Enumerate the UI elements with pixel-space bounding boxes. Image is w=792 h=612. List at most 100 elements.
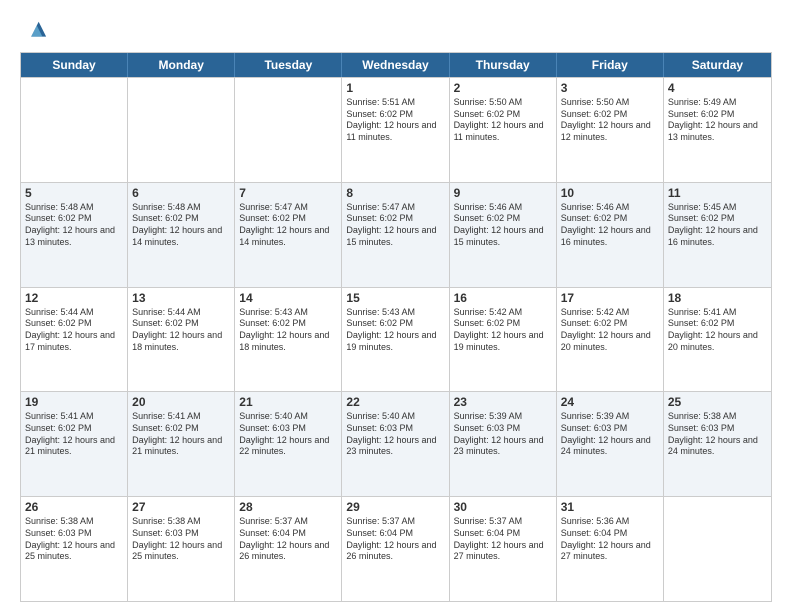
calendar-cell: 13 Sunrise: 5:44 AM Sunset: 6:02 PM Dayli… <box>128 288 235 392</box>
day-number: 18 <box>668 291 767 305</box>
day-info: Sunrise: 5:40 AM Sunset: 6:03 PM Dayligh… <box>239 411 337 458</box>
day-info: Sunrise: 5:42 AM Sunset: 6:02 PM Dayligh… <box>454 307 552 354</box>
calendar-cell: 19 Sunrise: 5:41 AM Sunset: 6:02 PM Dayli… <box>21 392 128 496</box>
day-number: 12 <box>25 291 123 305</box>
day-info: Sunrise: 5:51 AM Sunset: 6:02 PM Dayligh… <box>346 97 444 144</box>
day-info: Sunrise: 5:37 AM Sunset: 6:04 PM Dayligh… <box>239 516 337 563</box>
day-info: Sunrise: 5:46 AM Sunset: 6:02 PM Dayligh… <box>454 202 552 249</box>
day-info: Sunrise: 5:41 AM Sunset: 6:02 PM Dayligh… <box>132 411 230 458</box>
calendar-cell: 11 Sunrise: 5:45 AM Sunset: 6:02 PM Dayli… <box>664 183 771 287</box>
day-info: Sunrise: 5:42 AM Sunset: 6:02 PM Dayligh… <box>561 307 659 354</box>
day-info: Sunrise: 5:38 AM Sunset: 6:03 PM Dayligh… <box>132 516 230 563</box>
day-number: 14 <box>239 291 337 305</box>
day-number: 22 <box>346 395 444 409</box>
day-info: Sunrise: 5:50 AM Sunset: 6:02 PM Dayligh… <box>454 97 552 144</box>
calendar-cell: 16 Sunrise: 5:42 AM Sunset: 6:02 PM Dayli… <box>450 288 557 392</box>
calendar: SundayMondayTuesdayWednesdayThursdayFrid… <box>20 52 772 602</box>
calendar-cell: 4 Sunrise: 5:49 AM Sunset: 6:02 PM Daylig… <box>664 78 771 182</box>
calendar-cell: 26Sunrise: 5:38 AM Sunset: 6:03 PM Dayli… <box>21 497 128 601</box>
calendar-cell: 12 Sunrise: 5:44 AM Sunset: 6:02 PM Dayli… <box>21 288 128 392</box>
weekday-header: Saturday <box>664 53 771 77</box>
day-number: 1 <box>346 81 444 95</box>
day-info: Sunrise: 5:43 AM Sunset: 6:02 PM Dayligh… <box>346 307 444 354</box>
calendar-cell: 10 Sunrise: 5:46 AM Sunset: 6:02 PM Dayli… <box>557 183 664 287</box>
calendar-cell: 22 Sunrise: 5:40 AM Sunset: 6:03 PM Dayli… <box>342 392 449 496</box>
day-number: 25 <box>668 395 767 409</box>
day-info: Sunrise: 5:45 AM Sunset: 6:02 PM Dayligh… <box>668 202 767 249</box>
day-number: 27 <box>132 500 230 514</box>
day-info: Sunrise: 5:37 AM Sunset: 6:04 PM Dayligh… <box>346 516 444 563</box>
day-info: Sunrise: 5:47 AM Sunset: 6:02 PM Dayligh… <box>239 202 337 249</box>
day-number: 5 <box>25 186 123 200</box>
calendar-cell: 27 Sunrise: 5:38 AM Sunset: 6:03 PM Dayli… <box>128 497 235 601</box>
calendar-cell: 1 Sunrise: 5:51 AM Sunset: 6:02 PM Daylig… <box>342 78 449 182</box>
day-number: 23 <box>454 395 552 409</box>
weekday-header: Friday <box>557 53 664 77</box>
day-info: Sunrise: 5:48 AM Sunset: 6:02 PM Dayligh… <box>25 202 123 249</box>
day-info: Sunrise: 5:38 AM Sunset: 6:03 PM Dayligh… <box>668 411 767 458</box>
calendar-cell: 25 Sunrise: 5:38 AM Sunset: 6:03 PM Dayli… <box>664 392 771 496</box>
page: SundayMondayTuesdayWednesdayThursdayFrid… <box>0 0 792 612</box>
day-number: 9 <box>454 186 552 200</box>
day-number: 30 <box>454 500 552 514</box>
day-info: Sunrise: 5:47 AM Sunset: 6:02 PM Dayligh… <box>346 202 444 249</box>
day-info: Sunrise: 5:44 AM Sunset: 6:02 PM Dayligh… <box>25 307 123 354</box>
day-number: 10 <box>561 186 659 200</box>
calendar-cell: 28Sunrise: 5:37 AM Sunset: 6:04 PM Dayli… <box>235 497 342 601</box>
calendar-cell: 24 Sunrise: 5:39 AM Sunset: 6:03 PM Dayli… <box>557 392 664 496</box>
weekday-header: Tuesday <box>235 53 342 77</box>
day-number: 19 <box>25 395 123 409</box>
calendar-cell: 20 Sunrise: 5:41 AM Sunset: 6:02 PM Dayli… <box>128 392 235 496</box>
day-info: Sunrise: 5:36 AM Sunset: 6:04 PM Dayligh… <box>561 516 659 563</box>
day-info: Sunrise: 5:49 AM Sunset: 6:02 PM Dayligh… <box>668 97 767 144</box>
day-info: Sunrise: 5:44 AM Sunset: 6:02 PM Dayligh… <box>132 307 230 354</box>
day-number: 29 <box>346 500 444 514</box>
day-number: 6 <box>132 186 230 200</box>
calendar-cell: 8Sunrise: 5:47 AM Sunset: 6:02 PM Daylig… <box>342 183 449 287</box>
calendar-row: 5 Sunrise: 5:48 AM Sunset: 6:02 PM Daylig… <box>21 182 771 287</box>
calendar-cell: 30 Sunrise: 5:37 AM Sunset: 6:04 PM Dayli… <box>450 497 557 601</box>
calendar-cell <box>128 78 235 182</box>
day-number: 15 <box>346 291 444 305</box>
calendar-cell: 7 Sunrise: 5:47 AM Sunset: 6:02 PM Daylig… <box>235 183 342 287</box>
calendar-cell: 14 Sunrise: 5:43 AM Sunset: 6:02 PM Dayli… <box>235 288 342 392</box>
day-number: 24 <box>561 395 659 409</box>
day-info: Sunrise: 5:39 AM Sunset: 6:03 PM Dayligh… <box>561 411 659 458</box>
day-number: 4 <box>668 81 767 95</box>
day-info: Sunrise: 5:40 AM Sunset: 6:03 PM Dayligh… <box>346 411 444 458</box>
day-info: Sunrise: 5:48 AM Sunset: 6:02 PM Dayligh… <box>132 202 230 249</box>
day-number: 16 <box>454 291 552 305</box>
weekday-header: Monday <box>128 53 235 77</box>
day-number: 7 <box>239 186 337 200</box>
day-number: 2 <box>454 81 552 95</box>
calendar-cell: 23Sunrise: 5:39 AM Sunset: 6:03 PM Dayli… <box>450 392 557 496</box>
calendar-cell: 5 Sunrise: 5:48 AM Sunset: 6:02 PM Daylig… <box>21 183 128 287</box>
calendar-cell <box>664 497 771 601</box>
calendar-cell: 29 Sunrise: 5:37 AM Sunset: 6:04 PM Dayli… <box>342 497 449 601</box>
day-number: 13 <box>132 291 230 305</box>
calendar-row: 26Sunrise: 5:38 AM Sunset: 6:03 PM Dayli… <box>21 496 771 601</box>
calendar-cell: 31 Sunrise: 5:36 AM Sunset: 6:04 PM Dayli… <box>557 497 664 601</box>
weekday-header: Thursday <box>450 53 557 77</box>
day-number: 20 <box>132 395 230 409</box>
calendar-cell: 9 Sunrise: 5:46 AM Sunset: 6:02 PM Daylig… <box>450 183 557 287</box>
day-info: Sunrise: 5:41 AM Sunset: 6:02 PM Dayligh… <box>25 411 123 458</box>
day-number: 11 <box>668 186 767 200</box>
logo <box>20 18 52 46</box>
calendar-cell: 6 Sunrise: 5:48 AM Sunset: 6:02 PM Daylig… <box>128 183 235 287</box>
day-number: 3 <box>561 81 659 95</box>
calendar-row: 1 Sunrise: 5:51 AM Sunset: 6:02 PM Daylig… <box>21 77 771 182</box>
day-info: Sunrise: 5:46 AM Sunset: 6:02 PM Dayligh… <box>561 202 659 249</box>
day-info: Sunrise: 5:37 AM Sunset: 6:04 PM Dayligh… <box>454 516 552 563</box>
calendar-cell: 18Sunrise: 5:41 AM Sunset: 6:02 PM Dayli… <box>664 288 771 392</box>
calendar-cell: 15 Sunrise: 5:43 AM Sunset: 6:02 PM Dayli… <box>342 288 449 392</box>
day-number: 17 <box>561 291 659 305</box>
day-info: Sunrise: 5:38 AM Sunset: 6:03 PM Dayligh… <box>25 516 123 563</box>
calendar-cell <box>21 78 128 182</box>
calendar-row: 19 Sunrise: 5:41 AM Sunset: 6:02 PM Dayli… <box>21 391 771 496</box>
weekday-header: Sunday <box>21 53 128 77</box>
day-number: 31 <box>561 500 659 514</box>
calendar-cell: 2 Sunrise: 5:50 AM Sunset: 6:02 PM Daylig… <box>450 78 557 182</box>
calendar-body: 1 Sunrise: 5:51 AM Sunset: 6:02 PM Daylig… <box>21 77 771 601</box>
day-info: Sunrise: 5:43 AM Sunset: 6:02 PM Dayligh… <box>239 307 337 354</box>
